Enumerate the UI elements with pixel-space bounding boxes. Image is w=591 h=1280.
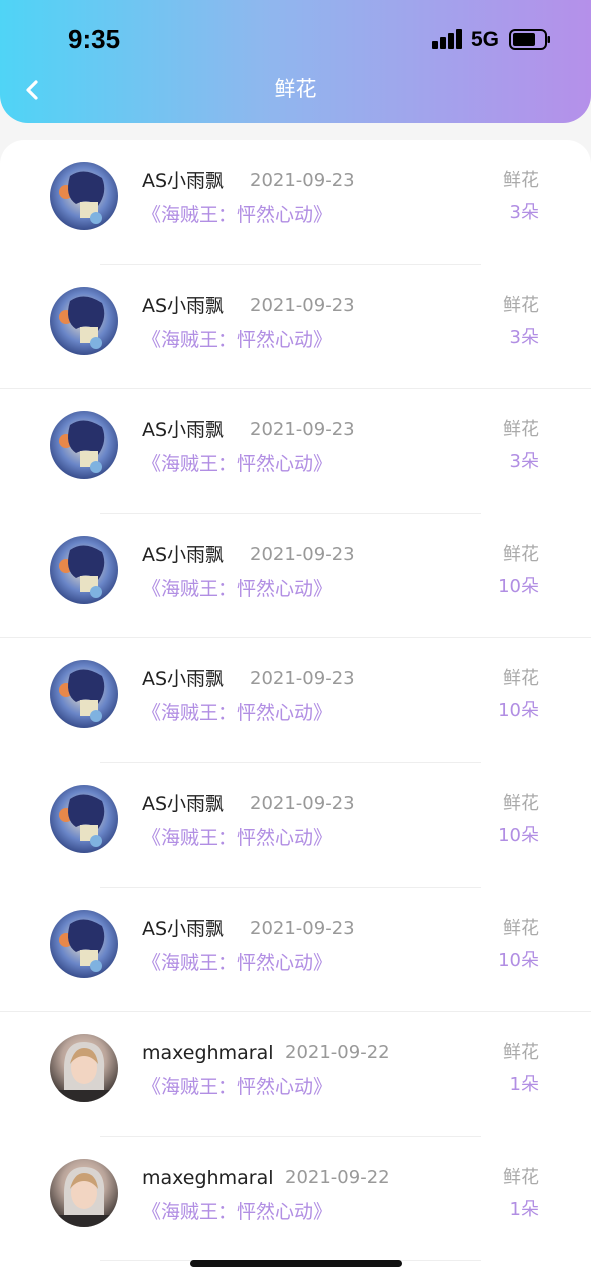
user-name: AS小雨飘 [142, 917, 225, 940]
gift-date: 2021-09-23 [250, 170, 355, 191]
gift-date: 2021-09-23 [250, 419, 355, 441]
network-type: 5G [471, 28, 500, 51]
user-name: AS小雨飘 [142, 543, 225, 566]
gift-count: 3朵 [509, 202, 539, 223]
signal-icon [432, 29, 464, 49]
user-name: maxeghmaral [142, 1042, 274, 1065]
user-name: AS小雨飘 [142, 668, 225, 691]
gift-label: 鲜花 [503, 1042, 539, 1064]
page-title: 鲜花 [274, 77, 317, 101]
list-item[interactable]: AS小雨飘 2021-09-23 《海贼王：怦然心动》 鲜花 10朵 [0, 638, 591, 763]
movie-title[interactable]: 《海贼王：怦然心动》 [142, 825, 332, 851]
gift-label: 鲜花 [503, 792, 539, 814]
avatar[interactable] [50, 909, 118, 978]
gift-label: 鲜花 [503, 170, 539, 191]
movie-title[interactable]: 《海贼王：怦然心动》 [142, 202, 332, 228]
user-name: AS小雨飘 [142, 792, 225, 815]
list-item[interactable]: maxeghmaral 2021-09-22 《海贼王：怦然心动》 鲜花 1朵 [0, 1137, 591, 1262]
avatar[interactable] [50, 286, 118, 355]
movie-title[interactable]: 《海贼王：怦然心动》 [142, 700, 332, 726]
gift-date: 2021-09-23 [250, 543, 355, 565]
movie-title[interactable]: 《海贼王：怦然心动》 [142, 576, 332, 602]
user-name: AS小雨飘 [142, 170, 225, 192]
gift-count: 1朵 [509, 1074, 539, 1096]
battery-icon [509, 29, 550, 50]
movie-title[interactable]: 《海贼王：怦然心动》 [142, 950, 332, 976]
status-time: 9:35 [68, 24, 121, 54]
gift-label: 鲜花 [503, 419, 539, 441]
list-item[interactable]: AS小雨飘 2021-09-23 《海贼王：怦然心动》 鲜花 3朵 [0, 389, 591, 514]
gift-count: 10朵 [498, 575, 539, 597]
user-name: AS小雨飘 [142, 419, 225, 442]
avatar[interactable] [50, 535, 118, 604]
list-item[interactable]: AS小雨飘 2021-09-23 《海贼王：怦然心动》 鲜花 10朵 [0, 514, 591, 639]
list-item[interactable]: AS小雨飘 2021-09-23 《海贼王：怦然心动》 鲜花 3朵 [0, 140, 591, 265]
user-name: maxeghmaral [142, 1166, 274, 1189]
gift-date: 2021-09-23 [250, 668, 355, 690]
gift-count: 3朵 [509, 451, 539, 473]
movie-title[interactable]: 《海贼王：怦然心动》 [142, 1074, 332, 1100]
gift-count: 3朵 [509, 326, 539, 348]
header: 9:35 5G 鲜花 [0, 0, 591, 123]
gift-label: 鲜花 [503, 917, 539, 939]
home-indicator[interactable] [190, 1260, 402, 1267]
gift-date: 2021-09-23 [250, 917, 355, 939]
gift-date: 2021-09-23 [250, 294, 355, 316]
gift-date: 2021-09-23 [250, 792, 355, 814]
gift-label: 鲜花 [503, 543, 539, 565]
gift-label: 鲜花 [503, 294, 539, 316]
gift-label: 鲜花 [503, 668, 539, 690]
list-item[interactable]: AS小雨飘 2021-09-23 《海贼王：怦然心动》 鲜花 3朵 [0, 265, 591, 390]
gift-count: 10朵 [498, 949, 539, 971]
movie-title[interactable]: 《海贼王：怦然心动》 [142, 327, 332, 353]
avatar[interactable] [50, 162, 118, 230]
gift-count: 1朵 [509, 1198, 539, 1220]
avatar[interactable] [50, 660, 118, 729]
gift-label: 鲜花 [503, 1166, 539, 1188]
avatar[interactable] [50, 1158, 118, 1227]
avatar[interactable] [50, 411, 118, 480]
list-item[interactable]: AS小雨飘 2021-09-23 《海贼王：怦然心动》 鲜花 10朵 [0, 763, 591, 888]
list-item[interactable]: AS小雨飘 2021-09-23 《海贼王：怦然心动》 鲜花 10朵 [0, 888, 591, 1013]
gift-record-list: AS小雨飘 2021-09-23 《海贼王：怦然心动》 鲜花 3朵 AS小雨飘 … [0, 140, 591, 1280]
avatar[interactable] [50, 1034, 118, 1103]
gift-date: 2021-09-22 [285, 1166, 390, 1188]
gift-count: 10朵 [498, 824, 539, 846]
user-name: AS小雨飘 [142, 294, 225, 317]
gift-date: 2021-09-22 [285, 1042, 390, 1064]
movie-title[interactable]: 《海贼王：怦然心动》 [142, 451, 332, 477]
movie-title[interactable]: 《海贼王：怦然心动》 [142, 1199, 332, 1225]
avatar[interactable] [50, 784, 118, 853]
list-item[interactable]: maxeghmaral 2021-09-22 《海贼王：怦然心动》 鲜花 1朵 [0, 1012, 591, 1137]
gift-count: 10朵 [498, 700, 539, 722]
